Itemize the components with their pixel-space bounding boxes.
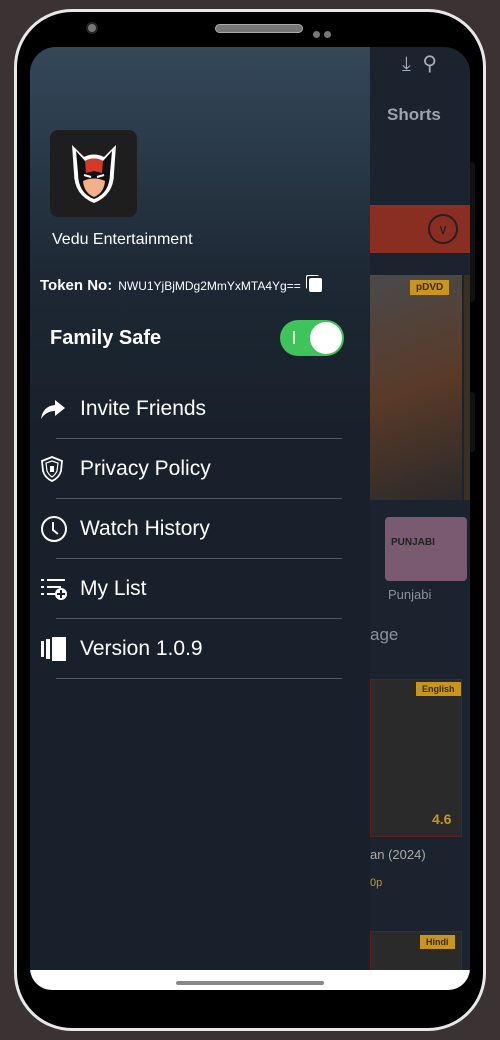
movie-title: an (2024) [370, 847, 426, 862]
menu-item-label: Invite Friends [80, 397, 207, 420]
quality-badge: pDVD [410, 280, 450, 295]
home-handle[interactable] [176, 981, 324, 985]
menu-item-label: My List [80, 577, 147, 600]
family-safe-toggle[interactable] [280, 320, 344, 356]
tab-shorts[interactable]: Shorts [387, 105, 441, 125]
version-icon [30, 636, 80, 662]
menu-item-label: Watch History [80, 517, 210, 540]
share-arrow-icon [30, 398, 80, 420]
movie-poster[interactable] [370, 275, 462, 500]
token-row: Token No: NWU1YjBjMDg2MmYxMTA4Yg== [40, 277, 322, 294]
language-badge: English [416, 682, 461, 696]
wolverine-logo-icon [71, 144, 116, 203]
clock-icon [30, 515, 80, 543]
sensors [313, 25, 335, 43]
copy-icon[interactable] [308, 278, 322, 292]
drawer-menu: Invite Friends Privacy Policy Watch Hist… [30, 379, 370, 679]
token-value: NWU1YjBjMDg2MmYxMTA4Yg== [118, 279, 301, 293]
menu-item-my-list[interactable]: My List [30, 559, 370, 619]
menu-item-privacy-policy[interactable]: Privacy Policy [30, 439, 370, 499]
download-icon[interactable]: ⤓ [402, 53, 411, 75]
movie-quality: 0p [370, 877, 383, 889]
search-icon[interactable]: ⚲ [422, 53, 437, 75]
language-badge: Hindi [420, 935, 455, 949]
movie-poster[interactable] [464, 275, 470, 500]
speaker [215, 24, 303, 33]
menu-item-invite-friends[interactable]: Invite Friends [30, 379, 370, 439]
system-nav-bar [30, 970, 470, 990]
rating: 4.6 [432, 811, 452, 827]
family-safe-label: Family Safe [50, 327, 162, 349]
app-logo [50, 130, 137, 217]
category-label: Punjabi [388, 587, 432, 602]
category-thumb[interactable]: PUNJABI [385, 517, 467, 581]
shield-icon [30, 455, 80, 483]
category-thumb-text: PUNJABI [391, 537, 435, 548]
menu-item-label: Privacy Policy [80, 457, 211, 480]
token-label: Token No: [40, 277, 113, 294]
app-name: Vedu Entertainment [52, 231, 193, 248]
section-title: age [370, 625, 399, 644]
top-icons: ⤓ ⚲ [402, 51, 437, 76]
chevron-down-icon[interactable]: ∨ [428, 214, 458, 244]
menu-item-watch-history[interactable]: Watch History [30, 499, 370, 559]
navigation-drawer: Vedu Entertainment Token No: NWU1YjBjMDg2… [30, 47, 370, 990]
playlist-add-icon [30, 577, 80, 601]
menu-item-label: Version 1.0.9 [80, 637, 203, 660]
screen: ⤓ ⚲ Shorts ∨ pDVD PUNJABI Punjabi age En… [30, 47, 470, 990]
menu-item-version: Version 1.0.9 [30, 619, 370, 679]
camera [86, 22, 98, 34]
